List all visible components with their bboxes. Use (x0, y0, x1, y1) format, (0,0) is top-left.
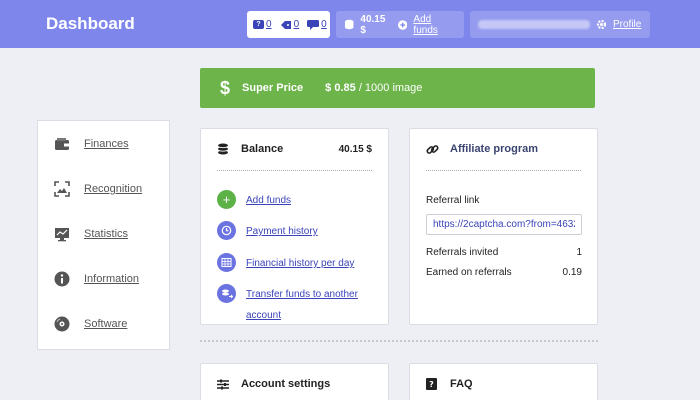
add-circle-icon (397, 19, 408, 30)
balance-divider (217, 170, 372, 171)
user-pill: Profile (470, 11, 650, 38)
earned-on-referrals-row: Earned on referrals 0.19 (426, 267, 582, 278)
disc-icon (54, 316, 70, 332)
messages-counter[interactable]: 0 (307, 19, 327, 30)
balance-amount: 40.15 $ (338, 143, 372, 155)
account-settings-header: Account settings (217, 376, 372, 392)
balance-card: Balance 40.15 $ + Add funds Payment hist… (200, 128, 389, 325)
image-scan-icon (54, 181, 70, 197)
history-icon (217, 221, 236, 240)
funds-pill: 40.15 $ Add funds (336, 11, 464, 38)
user-email-blurred (478, 20, 590, 29)
payment-history-action[interactable]: Payment history (217, 221, 376, 242)
super-price-value: $ 0.85 (325, 82, 356, 94)
svg-text:?: ? (429, 380, 434, 389)
super-price-label: Super Price (242, 82, 304, 94)
super-price-banner: $ Super Price $ 0.85 / 1000 image (200, 68, 595, 108)
header-add-funds-link[interactable]: Add funds (413, 14, 456, 36)
section-divider (200, 340, 598, 342)
faq-book-icon: ? (426, 378, 440, 390)
gear-icon (596, 19, 607, 30)
tags-counter[interactable]: 0 (280, 19, 299, 30)
dashboard-title: Dashboard (46, 14, 135, 33)
info-icon (54, 271, 70, 287)
balance-title: Balance (241, 143, 284, 155)
sidebar-nav: Finances Recognition Statistics Informat… (37, 120, 170, 350)
link-icon (426, 143, 440, 156)
account-settings-card[interactable]: Account settings (200, 363, 389, 400)
sidebar-item-software[interactable]: Software (54, 314, 127, 334)
sliders-icon (217, 379, 231, 390)
balance-card-header: Balance 40.15 $ (217, 141, 372, 157)
counters-pill: ? 0 0 0 (247, 11, 330, 38)
plus-icon: + (217, 190, 236, 209)
dollar-sparkle-icon: $ (220, 77, 231, 98)
header-balance: 40.15 $ (360, 13, 386, 36)
tag-icon (280, 20, 291, 29)
tickets-counter[interactable]: ? 0 (253, 19, 272, 30)
transfer-icon (217, 284, 236, 303)
sidebar-item-recognition[interactable]: Recognition (54, 179, 142, 199)
account-settings-title: Account settings (241, 378, 331, 390)
faq-header: ? FAQ (426, 376, 581, 392)
affiliate-card: Affiliate program Referral link Referral… (409, 128, 598, 325)
sidebar-item-information[interactable]: Information (54, 269, 139, 289)
super-price-unit: / 1000 image (358, 82, 423, 94)
faq-title: FAQ (450, 378, 473, 390)
affiliate-card-header: Affiliate program (426, 141, 581, 157)
add-funds-action[interactable]: + Add funds (217, 190, 376, 211)
message-icon (307, 19, 320, 30)
profile-link[interactable]: Profile (613, 19, 641, 30)
transfer-funds-action[interactable]: Transfer funds to another account (217, 284, 376, 326)
faq-card[interactable]: ? FAQ (409, 363, 598, 400)
referral-link-label: Referral link (426, 195, 480, 206)
referral-link-input[interactable] (426, 214, 582, 235)
question-ticket-icon: ? (253, 20, 264, 29)
referrals-invited-row: Referrals invited 1 (426, 247, 582, 258)
top-header: Dashboard ? 0 0 0 40.15 $ Add funds Prof… (0, 0, 700, 48)
coins-stack-icon (217, 143, 231, 155)
monitor-icon (55, 228, 69, 242)
affiliate-divider (426, 170, 581, 171)
sidebar-item-finances[interactable]: Finances (54, 134, 129, 154)
calendar-icon (217, 253, 236, 272)
sidebar-item-statistics[interactable]: Statistics (54, 224, 128, 244)
affiliate-title: Affiliate program (450, 143, 539, 155)
wallet-icon (55, 138, 69, 150)
financial-history-action[interactable]: Financial history per day (217, 253, 376, 274)
coins-icon (344, 19, 354, 30)
